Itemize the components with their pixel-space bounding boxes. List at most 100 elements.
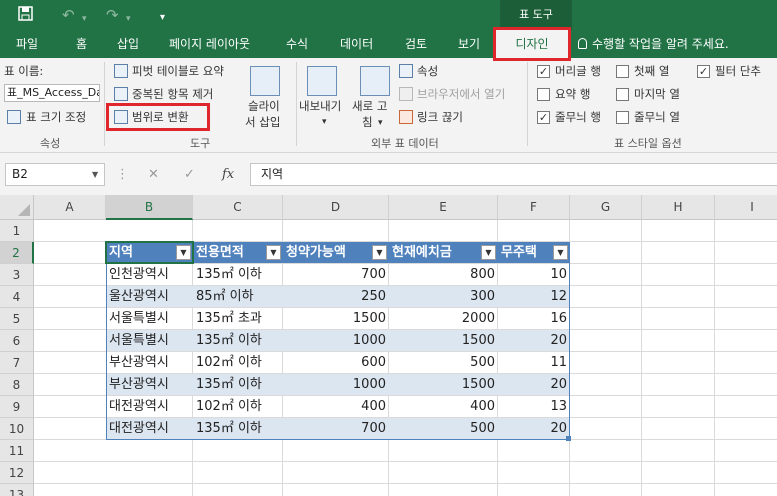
tab-view[interactable]: 보기: [454, 30, 484, 58]
tab-home[interactable]: 홈: [72, 30, 91, 58]
header-row-label: 머리글 행: [555, 64, 601, 78]
resize-table-icon: [7, 110, 21, 124]
row-header-8[interactable]: 8: [0, 374, 34, 396]
column-header-c[interactable]: C: [193, 195, 283, 220]
table-name-input[interactable]: 표_MS_Access_Da: [4, 84, 100, 102]
table-border: [106, 242, 570, 440]
gridline-row: [34, 461, 777, 462]
column-header-e[interactable]: E: [389, 195, 498, 220]
gridline-col: [641, 220, 642, 496]
properties-group-label: 속성: [40, 137, 61, 150]
row-header-3[interactable]: 3: [0, 264, 34, 286]
worksheet-grid[interactable]: ABCDEFGHI 1 2 3 4 5 6 7 8 9 10 11 12 13 지역 ▼ 전용면적 ▼ 청약가능…: [0, 195, 777, 496]
selected-cell-b2: [105, 241, 194, 264]
select-all-corner[interactable]: [0, 195, 34, 220]
total-row-checkbox[interactable]: [537, 88, 550, 101]
tab-data[interactable]: 데이터: [336, 30, 377, 58]
customize-quick-access-icon[interactable]: ▾: [160, 9, 165, 27]
browser-icon: [399, 87, 413, 101]
table-resize-handle[interactable]: [566, 436, 571, 441]
group-divider: [527, 62, 528, 146]
refresh-label-1[interactable]: 새로 고: [352, 98, 387, 114]
remove-duplicates-icon: [114, 87, 128, 101]
gridline-col: [714, 220, 715, 496]
header-row-checkbox[interactable]: ✓: [537, 65, 550, 78]
tab-design[interactable]: 디자인: [493, 27, 571, 61]
banded-rows-checkbox[interactable]: ✓: [537, 111, 550, 124]
select-all-triangle-icon: [18, 204, 30, 216]
last-column-label: 마지막 열: [634, 87, 680, 101]
style-options-group-label: 표 스타일 옵션: [614, 137, 682, 150]
tell-me-text: 수행할 작업을 알려 주세요.: [592, 37, 729, 51]
tab-insert[interactable]: 삽입: [113, 30, 143, 58]
cancel-icon[interactable]: ✕: [148, 163, 159, 186]
name-box-dropdown-icon[interactable]: ▼: [92, 170, 98, 179]
context-tab-title: 표 도구: [500, 0, 572, 30]
redo-icon[interactable]: ↷: [106, 6, 119, 24]
external-properties-button[interactable]: 속성: [417, 63, 438, 79]
formula-input[interactable]: 지역: [250, 163, 777, 186]
total-row-label: 요약 행: [555, 87, 591, 101]
row-header-11[interactable]: 11: [0, 440, 34, 462]
row-header-6[interactable]: 6: [0, 330, 34, 352]
refresh-dropdown-icon[interactable]: ▾: [378, 115, 383, 131]
group-divider: [104, 62, 105, 146]
name-box[interactable]: B2: [5, 163, 105, 186]
formula-dots-icon: ⋮: [116, 167, 129, 182]
banded-rows-label: 줄무늬 행: [555, 110, 601, 124]
row-header-9[interactable]: 9: [0, 396, 34, 418]
pivot-summary-button[interactable]: 피벗 테이블로 요약: [132, 63, 224, 79]
export-button[interactable]: 내보내기: [299, 98, 341, 114]
export-dropdown-icon[interactable]: ▾: [322, 114, 327, 130]
formula-bar: B2 ▼ ⋮ ✕ ✓ fx 지역: [0, 153, 777, 195]
refresh-label-2[interactable]: 침: [362, 114, 373, 130]
group-divider: [296, 62, 297, 146]
filter-button-checkbox[interactable]: ✓: [697, 65, 710, 78]
redo-dropdown-icon[interactable]: ▾: [126, 10, 131, 28]
undo-dropdown-icon[interactable]: ▾: [82, 10, 87, 28]
banded-columns-checkbox[interactable]: [616, 111, 629, 124]
row-header-13[interactable]: 13: [0, 484, 34, 496]
row-header-10[interactable]: 10: [0, 418, 34, 440]
insert-function-icon[interactable]: fx: [222, 163, 234, 186]
unlink-icon: [399, 110, 413, 124]
column-header-i[interactable]: I: [715, 195, 777, 220]
last-column-checkbox[interactable]: [616, 88, 629, 101]
column-header-g[interactable]: G: [570, 195, 642, 220]
row-header-12[interactable]: 12: [0, 462, 34, 484]
row-header-5[interactable]: 5: [0, 308, 34, 330]
tell-me-search[interactable]: 수행할 작업을 알려 주세요.: [578, 30, 729, 58]
column-header-d[interactable]: D: [283, 195, 389, 220]
tab-formulas[interactable]: 수식: [282, 30, 312, 58]
resize-table-button[interactable]: 표 크기 조정: [26, 109, 86, 125]
enter-icon[interactable]: ✓: [184, 163, 195, 186]
gridline-row: [34, 483, 777, 484]
tab-file[interactable]: 파일: [12, 30, 42, 58]
undo-icon[interactable]: ↶: [62, 6, 75, 24]
column-header-h[interactable]: H: [642, 195, 715, 220]
row-header-7[interactable]: 7: [0, 352, 34, 374]
column-header-b[interactable]: B: [106, 195, 193, 220]
first-column-label: 첫째 열: [634, 64, 670, 78]
slicer-icon: [250, 66, 280, 96]
row-header-4[interactable]: 4: [0, 286, 34, 308]
convert-to-range-highlight: [106, 103, 210, 131]
external-data-group-label: 외부 표 데이터: [371, 137, 439, 150]
first-column-checkbox[interactable]: [616, 65, 629, 78]
tab-review[interactable]: 검토: [401, 30, 431, 58]
row-header-2[interactable]: 2: [0, 242, 34, 264]
slicer-label-1[interactable]: 슬라이: [248, 98, 280, 114]
tab-page-layout[interactable]: 페이지 레이아웃: [165, 30, 254, 58]
slicer-label-2[interactable]: 서 삽입: [245, 114, 280, 130]
banded-columns-label: 줄무늬 열: [634, 110, 680, 124]
open-in-browser-button[interactable]: 브라우저에서 열기: [417, 86, 505, 102]
column-header-a[interactable]: A: [34, 195, 106, 220]
save-icon[interactable]: [18, 6, 33, 25]
row-header-1[interactable]: 1: [0, 220, 34, 242]
filter-button-label: 필터 단추: [715, 64, 761, 78]
ribbon-tabs: 파일 홈 삽입 페이지 레이아웃 수식 데이터 검토 보기 수행할 작업을 알려…: [0, 30, 777, 58]
remove-duplicates-button[interactable]: 중복된 항목 제거: [132, 86, 213, 102]
column-header-f[interactable]: F: [498, 195, 570, 220]
table-name-label: 표 이름:: [4, 64, 44, 78]
unlink-button[interactable]: 링크 끊기: [417, 109, 463, 125]
